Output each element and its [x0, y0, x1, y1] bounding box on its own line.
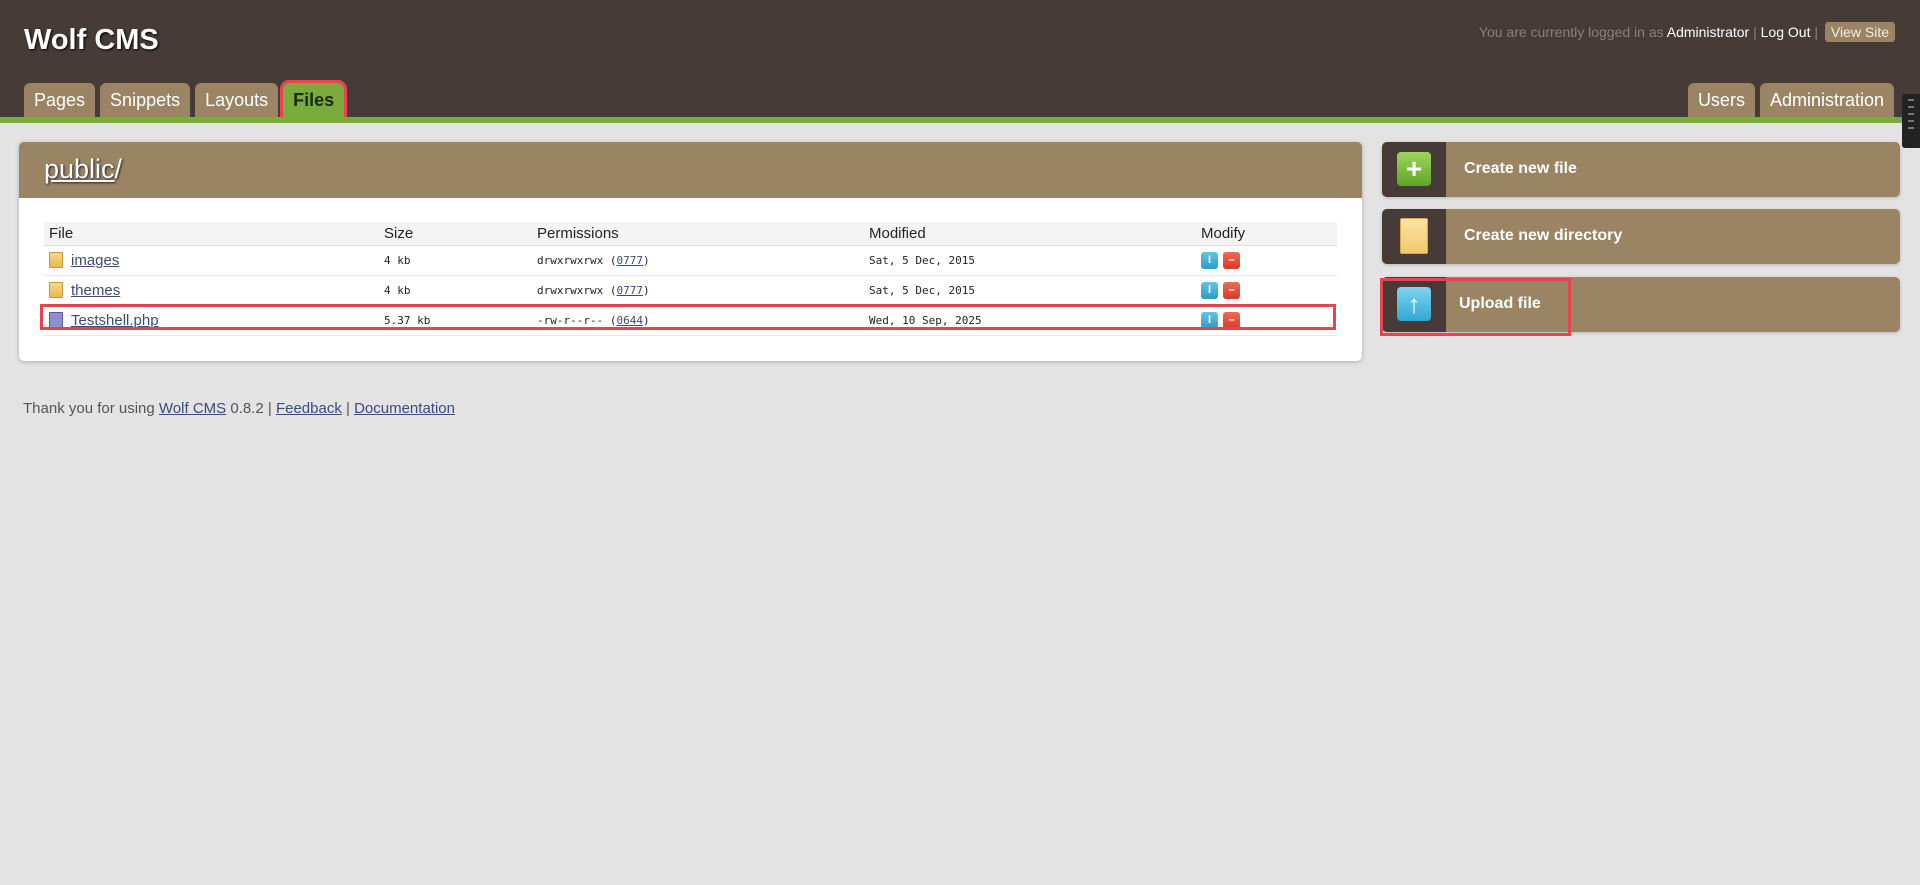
icon-box: + [1382, 142, 1446, 197]
icon-box [1382, 209, 1446, 264]
action-label: Create new directory [1464, 227, 1623, 244]
table-header-row: File Size Permissions Modified Modify [44, 222, 1337, 246]
modify-actions: I – [1196, 275, 1337, 306]
delete-icon[interactable]: – [1223, 252, 1240, 270]
create-new-file-button[interactable]: + Create new file [1382, 142, 1900, 197]
separator: | [1753, 24, 1757, 40]
footer-prefix: Thank you for using [23, 400, 155, 417]
rename-icon[interactable]: I [1201, 312, 1218, 330]
file-permissions: drwxrwxrwx (0777) [532, 275, 864, 306]
chmod-link[interactable]: 0777 [616, 284, 643, 297]
modify-actions: I – [1196, 305, 1337, 336]
file-table: File Size Permissions Modified Modify im… [44, 222, 1337, 336]
breadcrumb-public-link[interactable]: public [44, 154, 115, 184]
folder-icon [49, 282, 63, 298]
nav-underline [0, 117, 1920, 123]
modify-actions: I – [1196, 245, 1337, 276]
file-link[interactable]: images [71, 252, 119, 269]
file-size: 4 kb [379, 245, 532, 276]
file-size: 5.37 kb [379, 305, 532, 336]
footer: Thank you for using Wolf CMS 0.8.2 | Fee… [23, 400, 455, 417]
file-modified: Wed, 10 Sep, 2025 [864, 305, 1196, 336]
footer-version: 0.8.2 [230, 400, 264, 417]
view-site-button[interactable]: View Site [1824, 22, 1895, 42]
header: Wolf CMS You are currently logged in as … [0, 0, 1920, 123]
login-prefix: You are currently logged in as [1478, 24, 1664, 40]
footer-separator: | [267, 400, 272, 417]
file-link[interactable]: themes [71, 282, 120, 299]
tab-snippets[interactable]: Snippets [100, 83, 191, 118]
column-file: File [44, 222, 379, 246]
site-title[interactable]: Wolf CMS [24, 24, 159, 57]
tab-administration[interactable]: Administration [1759, 83, 1894, 118]
feedback-link[interactable]: Feedback [276, 400, 342, 417]
logout-link[interactable]: Log Out [1761, 24, 1811, 40]
delete-icon[interactable]: – [1223, 312, 1240, 330]
upload-arrow-icon: ↑ [1397, 287, 1431, 321]
upload-file-button[interactable]: ↑ Upload file [1382, 277, 1900, 332]
file-size: 4 kb [379, 275, 532, 306]
table-row: themes 4 kb drwxrwxrwx (0777) Sat, 5 Dec… [44, 275, 1337, 306]
main-nav-tabs: Pages Snippets Layouts Files [24, 80, 349, 121]
side-toolbar-handle[interactable] [1902, 94, 1920, 148]
plus-icon: + [1397, 152, 1431, 186]
table-row: images 4 kb drwxrwxrwx (0777) Sat, 5 Dec… [44, 245, 1337, 276]
breadcrumb: public/ [44, 154, 122, 185]
icon-box: ↑ [1382, 277, 1446, 332]
documentation-link[interactable]: Documentation [354, 400, 455, 417]
column-modified: Modified [864, 222, 1196, 246]
rename-icon[interactable]: I [1201, 282, 1218, 300]
tab-users[interactable]: Users [1687, 83, 1755, 118]
login-info: You are currently logged in as Administr… [1478, 22, 1895, 42]
file-browser-panel: public/ File Size Permissions Modified M… [19, 142, 1362, 361]
column-permissions: Permissions [532, 222, 864, 246]
breadcrumb-separator: / [114, 154, 123, 184]
table-row: Testshell.php 5.37 kb -rw-r--r-- (0644) … [44, 305, 1337, 336]
file-modified: Sat, 5 Dec, 2015 [864, 245, 1196, 276]
tab-files[interactable]: Files [280, 80, 348, 121]
admin-nav-tabs: Users Administration [1683, 83, 1894, 118]
file-modified: Sat, 5 Dec, 2015 [864, 275, 1196, 306]
file-permissions: drwxrwxrwx (0777) [532, 245, 864, 276]
folder-icon [49, 252, 63, 268]
delete-icon[interactable]: – [1223, 282, 1240, 300]
chmod-link[interactable]: 0644 [616, 314, 643, 327]
action-label: Upload file [1459, 295, 1541, 312]
file-link[interactable]: Testshell.php [71, 312, 159, 329]
chmod-link[interactable]: 0777 [616, 254, 643, 267]
create-new-directory-button[interactable]: Create new directory [1382, 209, 1900, 264]
separator: | [1814, 24, 1818, 40]
folder-icon [1400, 218, 1428, 254]
column-modify: Modify [1196, 222, 1337, 246]
file-permissions: -rw-r--r-- (0644) [532, 305, 864, 336]
tab-layouts[interactable]: Layouts [195, 83, 279, 118]
footer-separator: | [346, 400, 350, 417]
action-label: Create new file [1464, 160, 1577, 177]
user-link[interactable]: Administrator [1667, 24, 1749, 40]
tab-pages[interactable]: Pages [24, 83, 96, 118]
panel-header: public/ [19, 142, 1362, 198]
rename-icon[interactable]: I [1201, 252, 1218, 270]
column-size: Size [379, 222, 532, 246]
php-file-icon [49, 312, 63, 328]
wolfcms-link[interactable]: Wolf CMS [159, 400, 226, 417]
